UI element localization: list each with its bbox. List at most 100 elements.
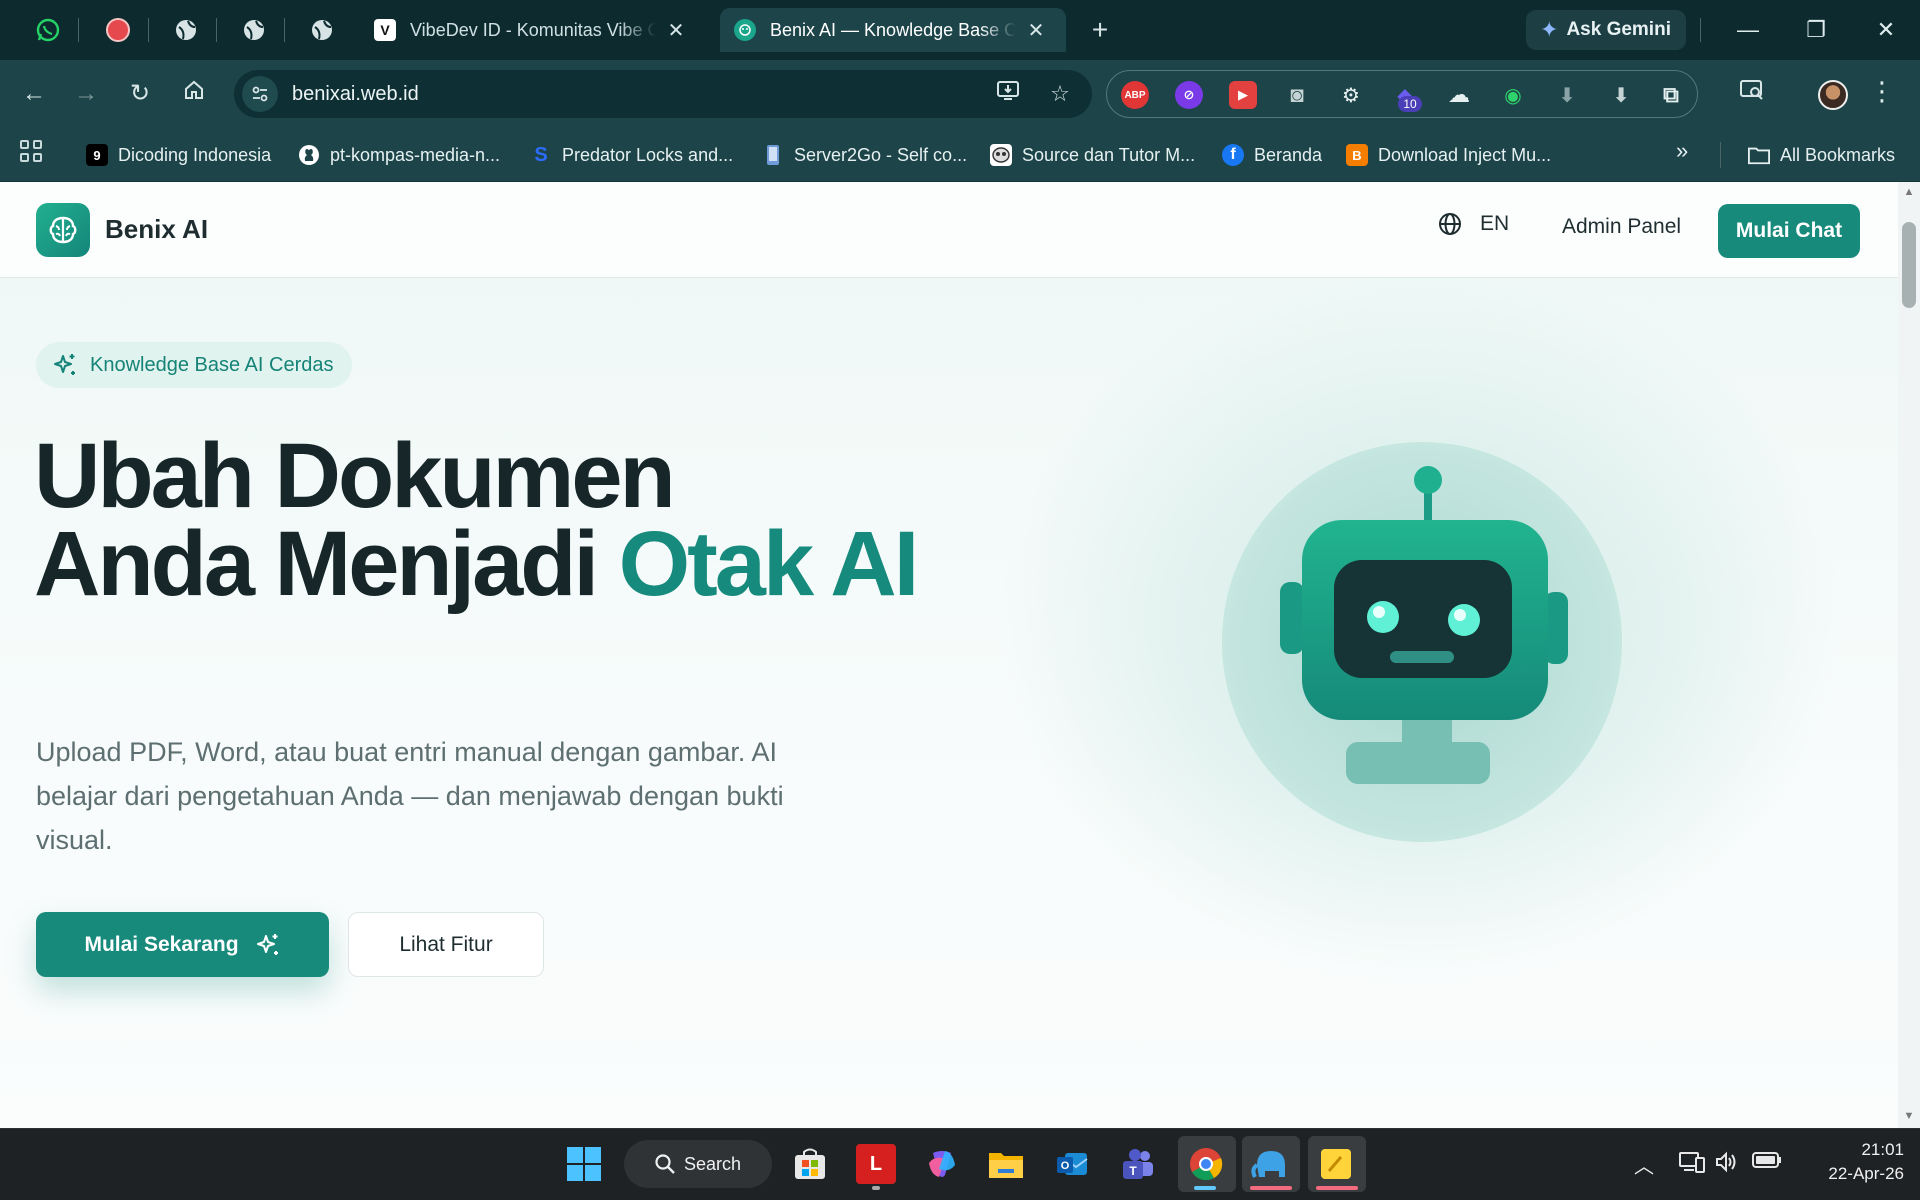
bookmark-star-icon[interactable]: ☆ (1044, 78, 1076, 110)
address-bar[interactable]: benixai.web.id ☆ (234, 70, 1092, 118)
bookmark-download-inject[interactable]: B Download Inject Mu... (1346, 138, 1551, 172)
extensions-puzzle-icon[interactable]: ⧉ (1657, 81, 1685, 109)
bookmark-predator[interactable]: S Predator Locks and... (530, 138, 733, 172)
view-features-button[interactable]: Lihat Fitur (348, 912, 544, 977)
pinned-tab-whatsapp[interactable] (32, 14, 64, 46)
gear-extension-icon[interactable]: ⚙ (1337, 81, 1365, 109)
pinned-tab-5[interactable] (306, 14, 338, 46)
language-switcher[interactable]: EN (1438, 212, 1509, 236)
block-extension-icon[interactable]: ⊘ (1175, 81, 1203, 109)
all-bookmarks[interactable]: All Bookmarks (1748, 138, 1895, 172)
pinned-tab-2[interactable] (102, 14, 134, 46)
battery-icon[interactable] (1752, 1150, 1782, 1176)
restore-icon[interactable]: ❐ (1796, 14, 1836, 46)
teams-icon[interactable]: T (1118, 1144, 1158, 1184)
windows-start-icon[interactable] (564, 1144, 604, 1184)
download-manager-icon[interactable]: ⬇ (1607, 81, 1635, 109)
tab-close-icon[interactable]: ✕ (1026, 18, 1046, 43)
taskbar-clock[interactable]: 21:01 22-Apr-26 (1800, 1138, 1904, 1186)
start-chat-button[interactable]: Mulai Chat (1718, 204, 1860, 258)
globe-icon (176, 20, 196, 40)
cloud-extension-icon[interactable]: ☁ (1445, 81, 1473, 109)
close-window-icon[interactable]: ✕ (1866, 14, 1906, 46)
bookmark-label: All Bookmarks (1780, 144, 1896, 165)
taskbar-search[interactable]: Search (624, 1140, 772, 1188)
clock-time: 21:01 (1861, 1140, 1904, 1159)
search-label: Search (684, 1153, 742, 1174)
github-icon (298, 144, 320, 166)
clock-date: 22-Apr-26 (1828, 1164, 1904, 1183)
pinned-tab-3[interactable] (170, 14, 202, 46)
apps-grid-icon[interactable] (20, 140, 42, 162)
globe-icon (244, 20, 264, 40)
ask-gemini-label: Ask Gemini (1566, 19, 1671, 40)
reload-icon[interactable]: ↻ (124, 78, 156, 110)
start-now-button[interactable]: Mulai Sekarang (36, 912, 329, 977)
pinned-tab-4[interactable] (238, 14, 270, 46)
ask-gemini-button[interactable]: ✦ Ask Gemini (1526, 10, 1686, 50)
brain-logo-icon[interactable] (36, 203, 90, 257)
search-icon (655, 1154, 675, 1174)
scroll-up-icon[interactable]: ▲ (1900, 186, 1918, 200)
network-icon[interactable] (1678, 1150, 1706, 1180)
file-explorer-icon[interactable] (986, 1144, 1026, 1184)
scroll-down-icon[interactable]: ▼ (1900, 1110, 1918, 1124)
site-info-icon[interactable] (242, 76, 278, 112)
tab-search-icon[interactable] (1736, 78, 1768, 110)
globe-icon (312, 20, 332, 40)
svg-text:T: T (1129, 1164, 1137, 1178)
language-label: EN (1480, 212, 1510, 235)
mask-icon (990, 144, 1012, 166)
back-icon[interactable]: ← (18, 78, 50, 110)
scrollbar-thumb[interactable] (1902, 222, 1916, 308)
install-app-icon[interactable] (992, 78, 1024, 110)
video-extension-icon[interactable]: ▶ (1229, 81, 1257, 109)
page-scrollbar[interactable] (1898, 182, 1920, 1128)
hero-badge: Knowledge Base AI Cerdas (36, 342, 352, 388)
camera-icon[interactable]: ◙ (1283, 81, 1311, 109)
bookmark-github[interactable]: pt-kompas-media-n... (298, 138, 500, 172)
tab-close-icon[interactable]: ✕ (666, 18, 686, 43)
url-text: benixai.web.id (292, 82, 419, 105)
tab-benix-ai[interactable]: Benix AI — Knowledge Base Center ✕ (720, 8, 1066, 52)
bookmark-label: Download Inject Mu... (1378, 144, 1552, 165)
volume-icon[interactable] (1714, 1150, 1738, 1180)
microsoft-store-icon[interactable] (790, 1144, 830, 1184)
bookmark-source-tutor[interactable]: Source dan Tutor M... (990, 138, 1195, 172)
brand-name[interactable]: Benix AI (105, 214, 208, 245)
adblock-plus-icon[interactable]: ABP (1121, 81, 1149, 109)
chrome-icon[interactable] (1186, 1144, 1226, 1184)
copilot-icon[interactable] (922, 1144, 962, 1184)
bookmark-label: pt-kompas-media-n... (330, 144, 501, 165)
elephant-app-icon[interactable] (1250, 1144, 1290, 1184)
sparkles-icon (54, 354, 75, 375)
tray-overflow-icon[interactable]: ︿ (1634, 1150, 1654, 1179)
download-icon[interactable]: ⬇ (1553, 81, 1581, 109)
blogger-icon: B (1346, 144, 1368, 166)
whatsapp-icon (36, 18, 60, 42)
profile-avatar[interactable] (1818, 80, 1848, 110)
browser-menu-icon[interactable]: ⋮ (1868, 76, 1896, 107)
home-icon[interactable] (178, 78, 210, 110)
outlook-icon[interactable]: O (1052, 1144, 1092, 1184)
forward-icon[interactable]: → (70, 78, 102, 110)
bookmark-dicoding[interactable]: 9 Dicoding Indonesia (86, 138, 271, 172)
admin-panel-link[interactable]: Admin Panel (1562, 215, 1681, 239)
bookmark-server2go[interactable]: Server2Go - Self co... (762, 138, 967, 172)
minimize-icon[interactable]: — (1728, 14, 1768, 46)
vibedev-favicon: V (374, 19, 396, 41)
tab-vibedev[interactable]: V VibeDev ID - Komunitas Vibe Coding ✕ (360, 8, 712, 52)
bookmarks-overflow-icon[interactable]: » (1676, 138, 1688, 164)
sticky-notes-icon[interactable] (1316, 1144, 1356, 1184)
eye-extension-icon[interactable]: ◉ (1499, 81, 1527, 109)
robot-icon (1222, 442, 1622, 842)
bookmark-beranda[interactable]: f Beranda (1222, 138, 1322, 172)
l-app-icon[interactable]: L (856, 1144, 896, 1184)
dicoding-favicon: 9 (86, 144, 108, 166)
bookmark-label: Beranda (1254, 144, 1323, 165)
new-tab-plus-icon[interactable]: + (1084, 14, 1116, 46)
page-viewport: Benix AI EN Admin Panel Mulai Chat Knowl… (0, 182, 1898, 1128)
bookmark-label: Source dan Tutor M... (1022, 144, 1196, 165)
phone-icon (762, 144, 784, 166)
sparkles-icon (256, 933, 278, 955)
